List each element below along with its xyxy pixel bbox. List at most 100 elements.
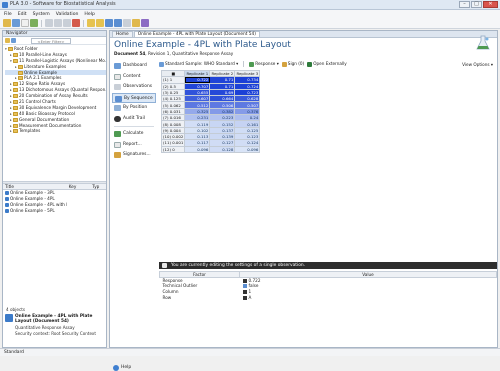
grid-header-replicate-2[interactable]: Replicate 2 — [209, 69, 236, 78]
tree-item[interactable]: ▸ Templates — [5, 128, 106, 134]
list-item[interactable]: Online Example - 5PL — [3, 208, 106, 214]
grid-header-replicate-1[interactable]: Replicate 1 — [184, 69, 211, 78]
assay-document-icon — [5, 203, 9, 207]
tree-item-label: PLA 2.1 Examples — [24, 75, 62, 81]
content-icon — [114, 73, 121, 80]
tree-item-label: 10 Parallel-Line Assays — [19, 51, 67, 57]
tab-document[interactable]: Online Example - 4PL with Plate Layout (… — [133, 31, 260, 37]
detail-title: Online Example - 4PL with Plate Layout (… — [5, 314, 104, 324]
tree-item-label: 12 Slope Ratio Assays — [19, 81, 66, 87]
open-externally-button[interactable]: Open Externally — [307, 61, 347, 67]
signatures-button[interactable]: Signatures... — [112, 150, 156, 161]
menu-system[interactable]: System — [33, 12, 50, 17]
document-title: Online Example - 4PL with Plate Layout — [114, 40, 291, 50]
help-link[interactable]: Help — [113, 365, 131, 371]
import-icon[interactable] — [105, 19, 113, 27]
object-detail: Online Example - 4PL with Plate Layout (… — [3, 313, 106, 337]
paste-icon[interactable] — [63, 19, 71, 27]
grid-cell[interactable]: 0.128 — [209, 145, 236, 153]
property-row[interactable]: Row A — [160, 294, 497, 300]
view-by-sequence[interactable]: By Sequence — [112, 92, 156, 103]
col-title[interactable]: Title — [3, 184, 67, 189]
save-icon[interactable] — [30, 19, 38, 27]
view-list: Dashboard Content Observations By Sequen… — [112, 61, 156, 161]
col-key[interactable]: Key — [67, 184, 91, 189]
folder-icon — [8, 47, 13, 51]
window-title: PLA 3.0 - Software for Biostatistical An… — [10, 2, 116, 7]
view-content[interactable]: Content — [112, 72, 156, 83]
observations-icon — [114, 84, 121, 90]
tree-refresh-icon[interactable] — [11, 38, 16, 43]
response-select[interactable]: Response ▾ — [249, 61, 279, 67]
export-icon[interactable] — [114, 19, 122, 27]
observation-grid: ■ Replicate 1 Replicate 2 Replicate 3 (1… — [160, 69, 261, 153]
sign-button[interactable]: Sign (0) — [281, 61, 304, 67]
undo-icon[interactable] — [87, 19, 95, 27]
grid-cell[interactable]: 0.096 — [234, 145, 261, 153]
view-observations[interactable]: Observations — [112, 82, 156, 93]
new-folder-icon[interactable] — [3, 19, 11, 27]
minimize-button[interactable]: – — [459, 1, 470, 8]
menu-file[interactable]: File — [4, 12, 12, 17]
close-button[interactable]: ✕ — [483, 1, 498, 8]
document-subtitle: Document 54, Revision 1, Quantitative Re… — [114, 51, 234, 56]
grid-row: (12) 0 0.096 0.128 0.096 — [160, 145, 261, 153]
property-table: Factor Value Response 0.722 Technical Outl… — [159, 271, 497, 300]
tree-item-label: Templates — [19, 128, 41, 134]
folder-icon — [13, 117, 18, 122]
property-value-text: 1 — [248, 288, 252, 294]
property-type-icon — [242, 284, 247, 289]
edit-notice: You are currently editing the settings o… — [159, 262, 497, 269]
lock-icon[interactable] — [132, 19, 140, 27]
observation-toolbar: Standard Sample: WHO Standard ▾ Response… — [159, 60, 497, 68]
detail-security: Security context: Root Security Context — [15, 331, 96, 336]
grid-row-header[interactable]: (10) 0.002 — [160, 132, 186, 141]
user-icon[interactable] — [141, 19, 149, 27]
report-button[interactable]: Report... — [112, 140, 156, 151]
view-audit-trail[interactable]: Audit Trail — [112, 114, 156, 125]
grid-row-header[interactable]: (12) 0 — [160, 145, 186, 153]
view-by-position[interactable]: By Position — [112, 103, 156, 114]
grid-header-replicate-3[interactable]: Replicate 3 — [234, 69, 261, 78]
view-options-button[interactable]: View Options ▾ — [462, 62, 493, 67]
menu-validation[interactable]: Validation — [56, 12, 79, 17]
copy-icon[interactable] — [54, 19, 62, 27]
sequence-icon — [115, 95, 122, 102]
delete-icon[interactable] — [72, 19, 80, 27]
maximize-button[interactable]: □ — [471, 1, 482, 8]
tree-item-label: 30 Equivalence Margin Development — [19, 104, 97, 110]
print-icon[interactable] — [123, 19, 131, 27]
grid-cell[interactable]: 0.096 — [184, 145, 211, 153]
menu-edit[interactable]: Edit — [18, 12, 27, 17]
main-toolbar — [0, 18, 500, 29]
spreadsheet-icon — [307, 61, 313, 67]
menu-help[interactable]: Help — [84, 12, 94, 17]
tree-folder-icon[interactable] — [5, 38, 10, 43]
navigator-toolbar: <Enter Filter> — [3, 37, 106, 45]
grid-row-header[interactable]: (11) 0.001 — [160, 139, 186, 147]
folder-icon — [18, 76, 23, 81]
navigator-filter-input[interactable]: <Enter Filter> — [31, 37, 71, 44]
new-document-icon[interactable] — [12, 19, 20, 27]
tree-item-label: Literature Examples — [24, 63, 67, 69]
object-count: 4 objects — [6, 307, 26, 312]
col-type[interactable]: Typ — [90, 184, 106, 189]
detail-type: Quantitative Response Assay — [15, 325, 75, 330]
tree-item-label: 40 Basic Bioassay Protocol — [19, 110, 75, 116]
assay-document-icon — [5, 197, 9, 201]
assay-document-icon — [5, 191, 9, 195]
view-dashboard[interactable]: Dashboard — [112, 61, 156, 72]
property-value-text: false — [248, 283, 259, 289]
calculate-button[interactable]: Calculate — [112, 129, 156, 140]
navigator-panel: Navigator <Enter Filter> ▾ Root Folder ▸ 10… — [2, 30, 107, 348]
standard-sample-select[interactable]: Standard Sample: WHO Standard ▾ — [159, 61, 238, 67]
property-value[interactable]: A — [240, 294, 497, 300]
property-value-text: A — [248, 294, 252, 300]
open-icon[interactable] — [21, 19, 29, 27]
redo-icon[interactable] — [96, 19, 104, 27]
tab-home[interactable]: Home — [112, 31, 133, 37]
cut-icon[interactable] — [45, 19, 53, 27]
report-icon — [114, 141, 121, 148]
property-type-icon — [242, 295, 247, 300]
status-bar: Standard — [0, 348, 500, 356]
